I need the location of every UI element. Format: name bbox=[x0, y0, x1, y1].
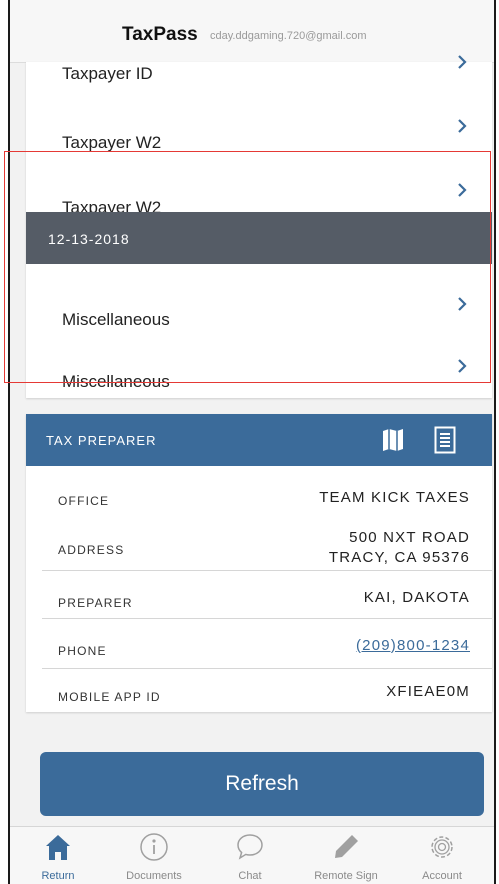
home-icon bbox=[46, 835, 70, 860]
preparer-label: PREPARER bbox=[58, 596, 133, 610]
app-title: TaxPass bbox=[122, 24, 198, 45]
screen: TaxPass cday.ddgaming.720@gmail.com Taxp… bbox=[0, 0, 499, 884]
phone-link[interactable]: (209)800-1234 bbox=[356, 636, 470, 656]
date-group-header: 12-13-2018 bbox=[26, 212, 492, 264]
address-line1: 500 NXT ROAD bbox=[349, 529, 470, 546]
divider bbox=[42, 570, 492, 571]
tab-label: Documents bbox=[126, 870, 182, 882]
chevron-right-icon bbox=[458, 359, 467, 373]
info-icon bbox=[140, 833, 168, 861]
divider bbox=[42, 668, 492, 669]
tab-bar: Return Documents Chat Remote Sign Accoun… bbox=[10, 826, 494, 884]
chat-icon bbox=[237, 834, 263, 860]
divider bbox=[42, 618, 492, 619]
tab-remote-sign[interactable]: Remote Sign bbox=[298, 827, 394, 884]
map-icon[interactable] bbox=[382, 428, 404, 452]
document-icon[interactable] bbox=[434, 426, 456, 454]
app-id-value: XFIEAE0M bbox=[386, 683, 470, 700]
document-row[interactable]: Taxpayer W2 bbox=[26, 112, 492, 172]
date-group-date: 12-13-2018 bbox=[48, 231, 130, 247]
tab-label: Remote Sign bbox=[314, 870, 378, 882]
office-value: TEAM KICK TAXES bbox=[319, 489, 470, 506]
tab-account[interactable]: Account bbox=[394, 827, 490, 884]
phone-label: PHONE bbox=[58, 644, 107, 658]
chevron-right-icon bbox=[458, 183, 467, 197]
gear-icon bbox=[431, 836, 453, 858]
document-label: Miscellaneous bbox=[62, 310, 170, 329]
document-row[interactable]: Miscellaneous bbox=[26, 336, 492, 396]
tab-return[interactable]: Return bbox=[10, 827, 106, 884]
tab-chat[interactable]: Chat bbox=[202, 827, 298, 884]
phone-screen: TaxPass cday.ddgaming.720@gmail.com Taxp… bbox=[8, 0, 496, 884]
pencil-icon bbox=[335, 835, 358, 858]
document-row[interactable]: Taxpayer ID bbox=[26, 54, 492, 114]
tax-preparer-card: TAX PREPARER OFFICE TEAM KICK TAXES ADDR… bbox=[26, 414, 492, 712]
office-label: OFFICE bbox=[58, 494, 110, 508]
tab-label: Chat bbox=[238, 870, 262, 882]
document-label: Taxpayer W2 bbox=[62, 133, 162, 152]
documents-list: Taxpayer ID Taxpayer W2 Taxpayer W2 12-1… bbox=[26, 55, 492, 398]
chevron-right-icon bbox=[458, 55, 467, 69]
tax-preparer-title: TAX PREPARER bbox=[46, 433, 157, 448]
app-id-label: MOBILE APP ID bbox=[58, 690, 161, 704]
tab-label: Return bbox=[41, 870, 75, 882]
address-line2: TRACY, CA 95376 bbox=[328, 549, 470, 566]
account-email: cday.ddgaming.720@gmail.com bbox=[210, 30, 367, 42]
chevron-right-icon bbox=[458, 297, 467, 311]
tab-documents[interactable]: Documents bbox=[106, 827, 202, 884]
tab-label: Account bbox=[422, 870, 462, 882]
document-label: Taxpayer ID bbox=[62, 64, 153, 83]
document-row[interactable]: Miscellaneous bbox=[26, 274, 492, 334]
refresh-button[interactable]: Refresh bbox=[40, 752, 484, 816]
preparer-value: KAI, DAKOTA bbox=[363, 589, 470, 606]
tax-preparer-header: TAX PREPARER bbox=[26, 414, 492, 466]
address-label: ADDRESS bbox=[58, 543, 125, 557]
document-label: Miscellaneous bbox=[62, 372, 170, 391]
chevron-right-icon bbox=[458, 119, 467, 133]
